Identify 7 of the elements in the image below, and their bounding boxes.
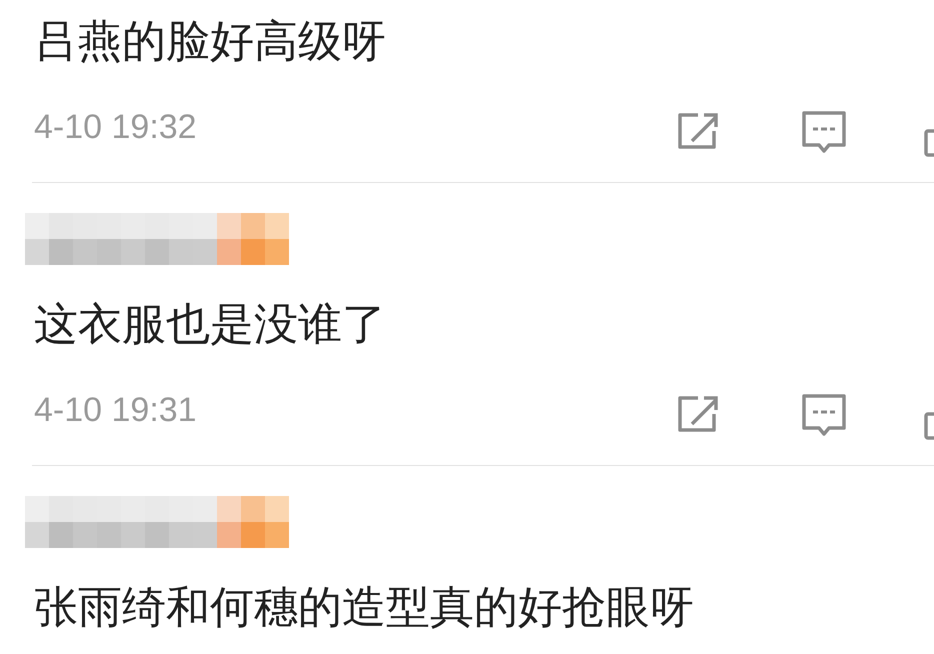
comment-text: 张雨绮和何穗的造型真的好抢眼呀 — [34, 582, 694, 633]
like-icon[interactable] — [924, 129, 934, 157]
like-icon[interactable] — [924, 412, 934, 440]
comment-time: 4-10 19:31 — [34, 390, 197, 430]
comment-time: 4-10 19:32 — [34, 106, 197, 148]
comment-text: 这衣服也是没谁了 — [34, 299, 386, 350]
comment-text: 吕燕的脸好高级呀 — [34, 16, 386, 67]
